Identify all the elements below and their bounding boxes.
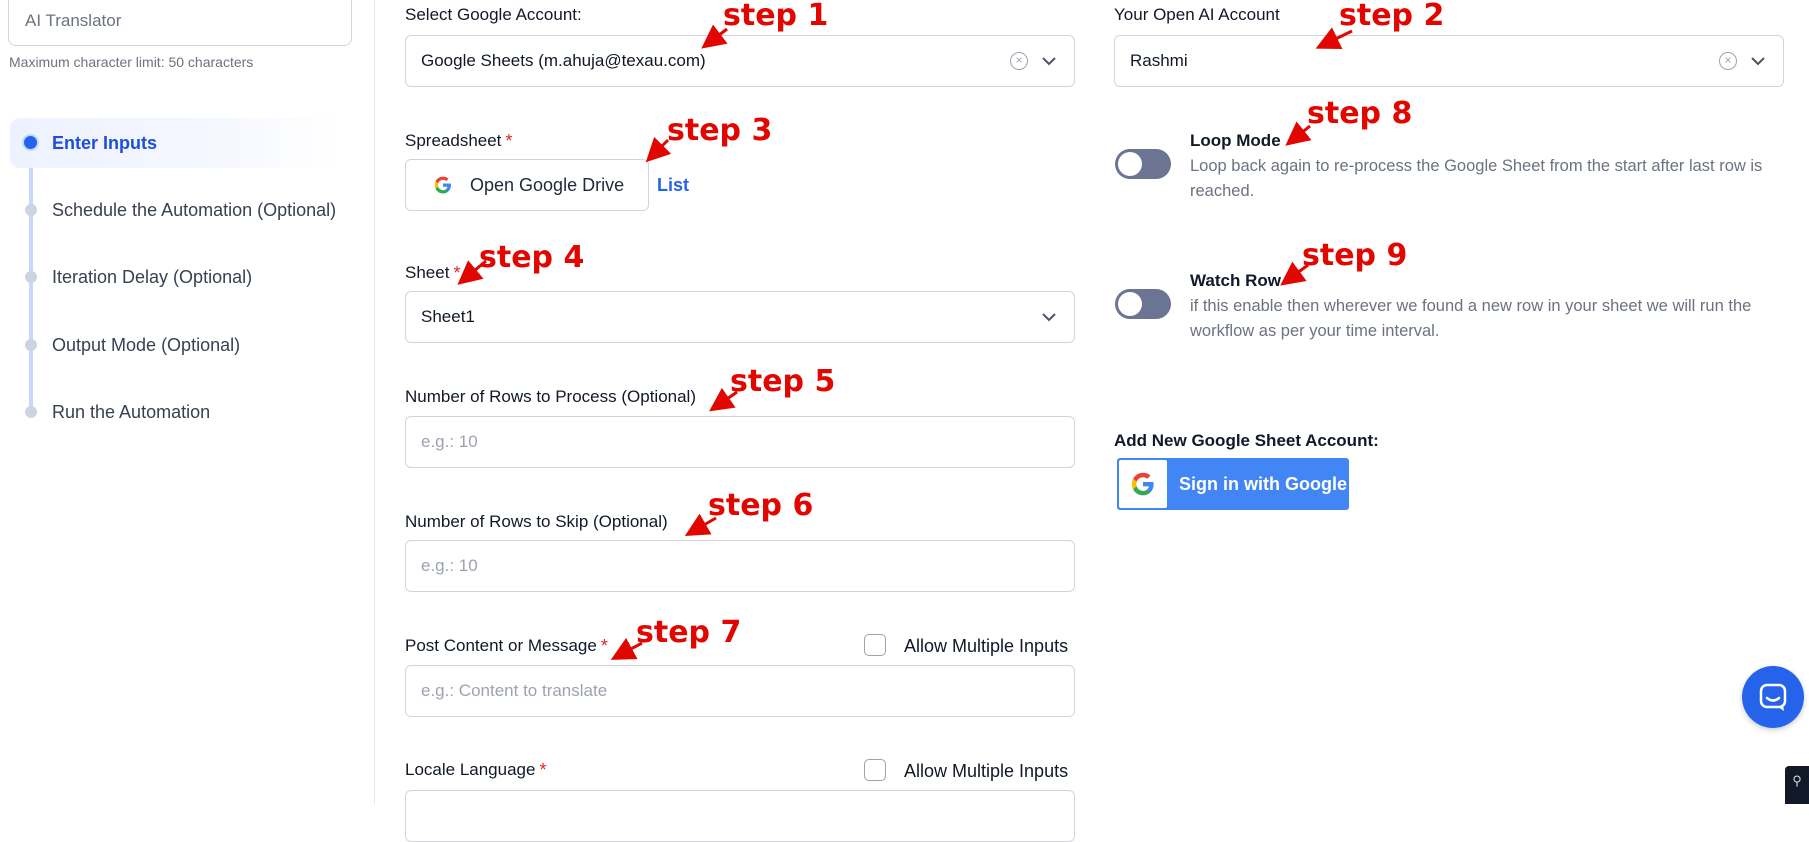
arrow-step-1: [701, 24, 728, 49]
arrow-step-2: [1315, 27, 1353, 49]
arrow-step-6: [684, 513, 717, 536]
corner-extension-icon[interactable]: ⚲: [1785, 766, 1809, 804]
arrow-step-9: [1280, 261, 1309, 286]
chat-icon: [1759, 683, 1787, 711]
arrow-step-4: [457, 259, 487, 285]
chat-support-button[interactable]: [1742, 666, 1804, 728]
annotation-arrows: [457, 24, 1353, 660]
arrow-step-5: [709, 387, 738, 412]
arrow-step-8: [1285, 121, 1312, 146]
arrow-step-7: [610, 637, 643, 660]
arrow-step-3: [645, 136, 672, 163]
